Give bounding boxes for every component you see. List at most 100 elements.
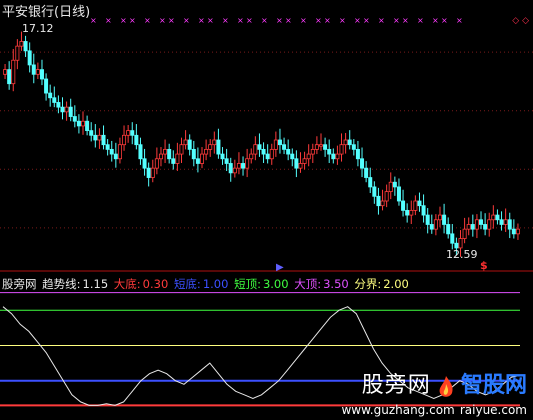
candle-body [442,214,447,225]
candle-body [52,97,57,103]
candle-body [23,41,28,52]
signal-cross-mark: × [378,16,385,25]
candle-body [392,181,397,188]
candle-body [187,139,192,150]
candle-body [355,148,360,160]
candle-body [495,214,500,221]
signal-cross-mark: × [324,16,331,25]
watermark-cn: 股旁网 [361,372,431,398]
candle-body [64,106,69,113]
candle-body [499,219,504,225]
candle-body [204,148,209,155]
candle-body [335,153,340,160]
candle-body [48,92,53,99]
candle-body [376,195,381,207]
signal-cross-mark: × [285,16,292,25]
candle-body [113,153,118,160]
candle-body [458,238,463,249]
candle-body [163,148,168,155]
candle-body [212,139,217,146]
candle-body [232,167,237,174]
signal-cross-mark: × [432,16,439,25]
candle-body [19,41,24,47]
signal-cross-mark: × [105,16,112,25]
signal-cross-mark: × [237,16,244,25]
candle-body [347,139,352,146]
candle-body [60,106,65,113]
candle-body [491,214,496,221]
signal-cross-mark: × [456,16,463,25]
candle-body [228,163,233,174]
candle-body [327,148,332,155]
price-chart: × × × × × × × × × × × × × × × × × × × × × × × × × × × × × [0,16,533,272]
candle-body [380,200,385,207]
candle-body [437,214,442,221]
high-price-label: 17.12 [22,22,54,35]
candle-body [298,163,303,169]
candle-body [413,200,418,211]
candle-body [466,224,471,230]
candle-body [384,191,389,202]
candle-body [224,158,229,164]
candle-body [126,130,131,136]
candle-body [183,139,188,146]
dollar-icon: $ [480,259,488,272]
candle-body [191,148,196,160]
watermark: 股旁网 智股网 www.guzhang.com raiyue.com [341,367,527,419]
candle-body [409,209,414,216]
candle-body [343,139,348,146]
candle-body [101,134,106,146]
candle-body [68,106,73,117]
candle-body [294,158,299,169]
candle-body [31,64,36,75]
candle-body [117,144,122,160]
signal-cross-mark: × [183,16,190,25]
watermark-url: www.guzhang.com [341,403,455,417]
candle-body [7,69,12,85]
candle-body [323,144,328,150]
candle-body [282,144,287,150]
candle-body [429,224,434,230]
candle-body [425,214,430,225]
low-price-label: 12.59 [446,248,478,261]
candle-body [253,144,258,155]
candle-body [511,228,516,235]
candle-body [273,139,278,150]
candle-body [81,120,86,127]
candle-body [360,158,365,169]
candle-body [474,219,479,230]
candle-body [277,139,282,146]
candle-body [85,120,90,132]
chart-title: 平安银行(日线) [2,5,91,20]
signal-cross-mark: × [90,16,97,25]
candle-body [314,144,319,150]
candle-body [318,144,323,147]
scroll-arrow-icon[interactable]: ▶ [276,262,284,273]
candle-body [154,158,159,169]
signal-cross-mark: × [246,16,253,25]
signal-cross-mark: × [417,16,424,25]
candle-body [515,228,520,235]
candle-body [450,233,455,244]
candle-body [15,45,20,61]
signal-cross-mark: × [198,16,205,25]
candle-body [388,181,393,193]
signal-cross-mark: × [207,16,214,25]
candle-body [265,153,270,160]
candle-body [134,134,139,146]
signal-cross-mark: × [144,16,151,25]
candle-body [331,153,336,160]
candle-body [470,224,475,230]
signal-cross-mark: × [261,16,268,25]
candle-body [171,158,176,164]
candle-body [269,148,274,160]
candle-body [433,219,438,230]
candle-body [339,144,344,155]
candle-body [302,158,307,164]
signal-cross-mark: × [120,16,127,25]
candle-body [417,200,422,207]
candle-body [35,69,40,75]
candle-body [245,158,250,169]
candle-body [200,153,205,164]
candle-body [364,167,369,178]
